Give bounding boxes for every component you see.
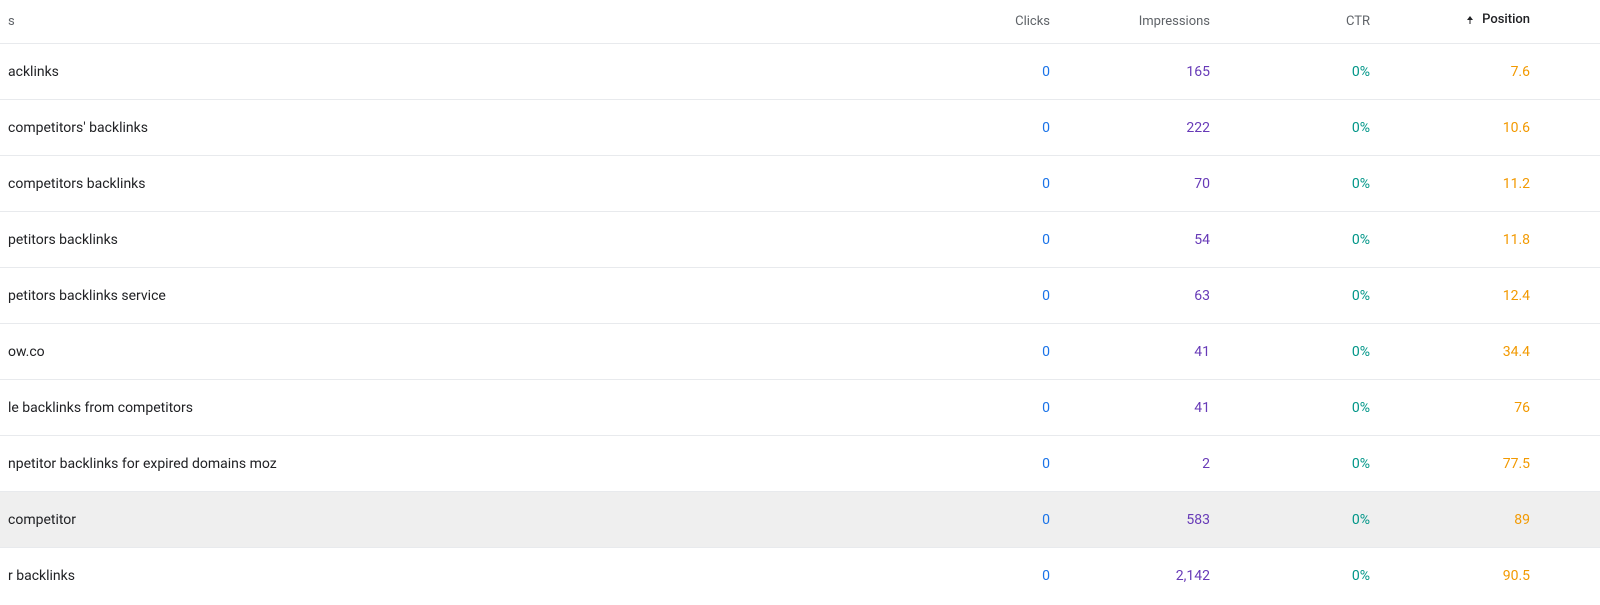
impressions-cell: 70 bbox=[1194, 176, 1210, 192]
impressions-cell: 2,142 bbox=[1176, 568, 1210, 584]
clicks-cell: 0 bbox=[1042, 568, 1050, 584]
table-row[interactable]: npetitor backlinks for expired domains m… bbox=[0, 436, 1600, 492]
position-cell: 77.5 bbox=[1503, 456, 1530, 472]
table-row[interactable]: ow.co 0 41 0% 34.4 bbox=[0, 324, 1600, 380]
table-header-row: s Clicks Impressions CTR Position bbox=[0, 0, 1600, 44]
clicks-cell: 0 bbox=[1042, 456, 1050, 472]
query-cell: petitors backlinks service bbox=[8, 288, 166, 304]
query-cell: competitors backlinks bbox=[8, 176, 146, 192]
query-cell: ow.co bbox=[8, 344, 45, 360]
clicks-cell: 0 bbox=[1042, 232, 1050, 248]
column-header-position-label: Position bbox=[1482, 12, 1530, 27]
table-row[interactable]: competitors' backlinks 0 222 0% 10.6 bbox=[0, 100, 1600, 156]
sort-ascending-icon bbox=[1464, 14, 1476, 26]
ctr-cell: 0% bbox=[1352, 400, 1370, 416]
impressions-cell: 54 bbox=[1194, 232, 1210, 248]
impressions-cell: 583 bbox=[1186, 512, 1210, 528]
query-cell: le backlinks from competitors bbox=[8, 400, 193, 416]
clicks-cell: 0 bbox=[1042, 176, 1050, 192]
query-cell: competitor bbox=[8, 512, 76, 528]
ctr-cell: 0% bbox=[1352, 456, 1370, 472]
query-cell: r backlinks bbox=[8, 568, 75, 584]
position-cell: 11.2 bbox=[1503, 176, 1530, 192]
queries-table: s Clicks Impressions CTR Position acklin… bbox=[0, 0, 1600, 604]
table-row[interactable]: petitors backlinks 0 54 0% 11.8 bbox=[0, 212, 1600, 268]
column-header-clicks[interactable]: Clicks bbox=[890, 14, 1050, 29]
table-row[interactable]: acklinks 0 165 0% 7.6 bbox=[0, 44, 1600, 100]
ctr-cell: 0% bbox=[1352, 176, 1370, 192]
impressions-cell: 63 bbox=[1194, 288, 1210, 304]
ctr-cell: 0% bbox=[1352, 120, 1370, 136]
clicks-cell: 0 bbox=[1042, 288, 1050, 304]
query-cell: acklinks bbox=[8, 64, 59, 80]
ctr-cell: 0% bbox=[1352, 288, 1370, 304]
ctr-cell: 0% bbox=[1352, 512, 1370, 528]
position-cell: 11.8 bbox=[1503, 232, 1530, 248]
impressions-cell: 41 bbox=[1194, 400, 1210, 416]
column-header-position[interactable]: Position bbox=[1370, 12, 1530, 31]
ctr-cell: 0% bbox=[1352, 232, 1370, 248]
table-row[interactable]: petitors backlinks service 0 63 0% 12.4 bbox=[0, 268, 1600, 324]
ctr-cell: 0% bbox=[1352, 568, 1370, 584]
clicks-cell: 0 bbox=[1042, 400, 1050, 416]
clicks-cell: 0 bbox=[1042, 120, 1050, 136]
position-cell: 90.5 bbox=[1503, 568, 1530, 584]
clicks-cell: 0 bbox=[1042, 344, 1050, 360]
query-cell: npetitor backlinks for expired domains m… bbox=[8, 456, 277, 472]
column-header-clicks-label: Clicks bbox=[1015, 14, 1050, 29]
impressions-cell: 165 bbox=[1186, 64, 1210, 80]
column-header-query[interactable]: s bbox=[0, 14, 890, 29]
query-cell: competitors' backlinks bbox=[8, 120, 148, 136]
table-row[interactable]: r backlinks 0 2,142 0% 90.5 bbox=[0, 548, 1600, 604]
clicks-cell: 0 bbox=[1042, 64, 1050, 80]
impressions-cell: 222 bbox=[1186, 120, 1210, 136]
table-row[interactable]: competitor 0 583 0% 89 bbox=[0, 492, 1600, 548]
impressions-cell: 41 bbox=[1194, 344, 1210, 360]
table-row[interactable]: competitors backlinks 0 70 0% 11.2 bbox=[0, 156, 1600, 212]
ctr-cell: 0% bbox=[1352, 344, 1370, 360]
column-header-impressions[interactable]: Impressions bbox=[1050, 14, 1210, 29]
column-header-ctr-label: CTR bbox=[1346, 14, 1370, 29]
table-row[interactable]: le backlinks from competitors 0 41 0% 76 bbox=[0, 380, 1600, 436]
position-cell: 34.4 bbox=[1503, 344, 1530, 360]
impressions-cell: 2 bbox=[1202, 456, 1210, 472]
position-cell: 12.4 bbox=[1503, 288, 1530, 304]
position-cell: 76 bbox=[1514, 400, 1530, 416]
ctr-cell: 0% bbox=[1352, 64, 1370, 80]
column-header-ctr[interactable]: CTR bbox=[1210, 14, 1370, 29]
column-header-impressions-label: Impressions bbox=[1139, 14, 1210, 29]
query-cell: petitors backlinks bbox=[8, 232, 118, 248]
clicks-cell: 0 bbox=[1042, 512, 1050, 528]
position-cell: 7.6 bbox=[1511, 64, 1530, 80]
position-cell: 89 bbox=[1514, 512, 1530, 528]
column-header-query-label: s bbox=[8, 14, 15, 29]
position-cell: 10.6 bbox=[1503, 120, 1530, 136]
